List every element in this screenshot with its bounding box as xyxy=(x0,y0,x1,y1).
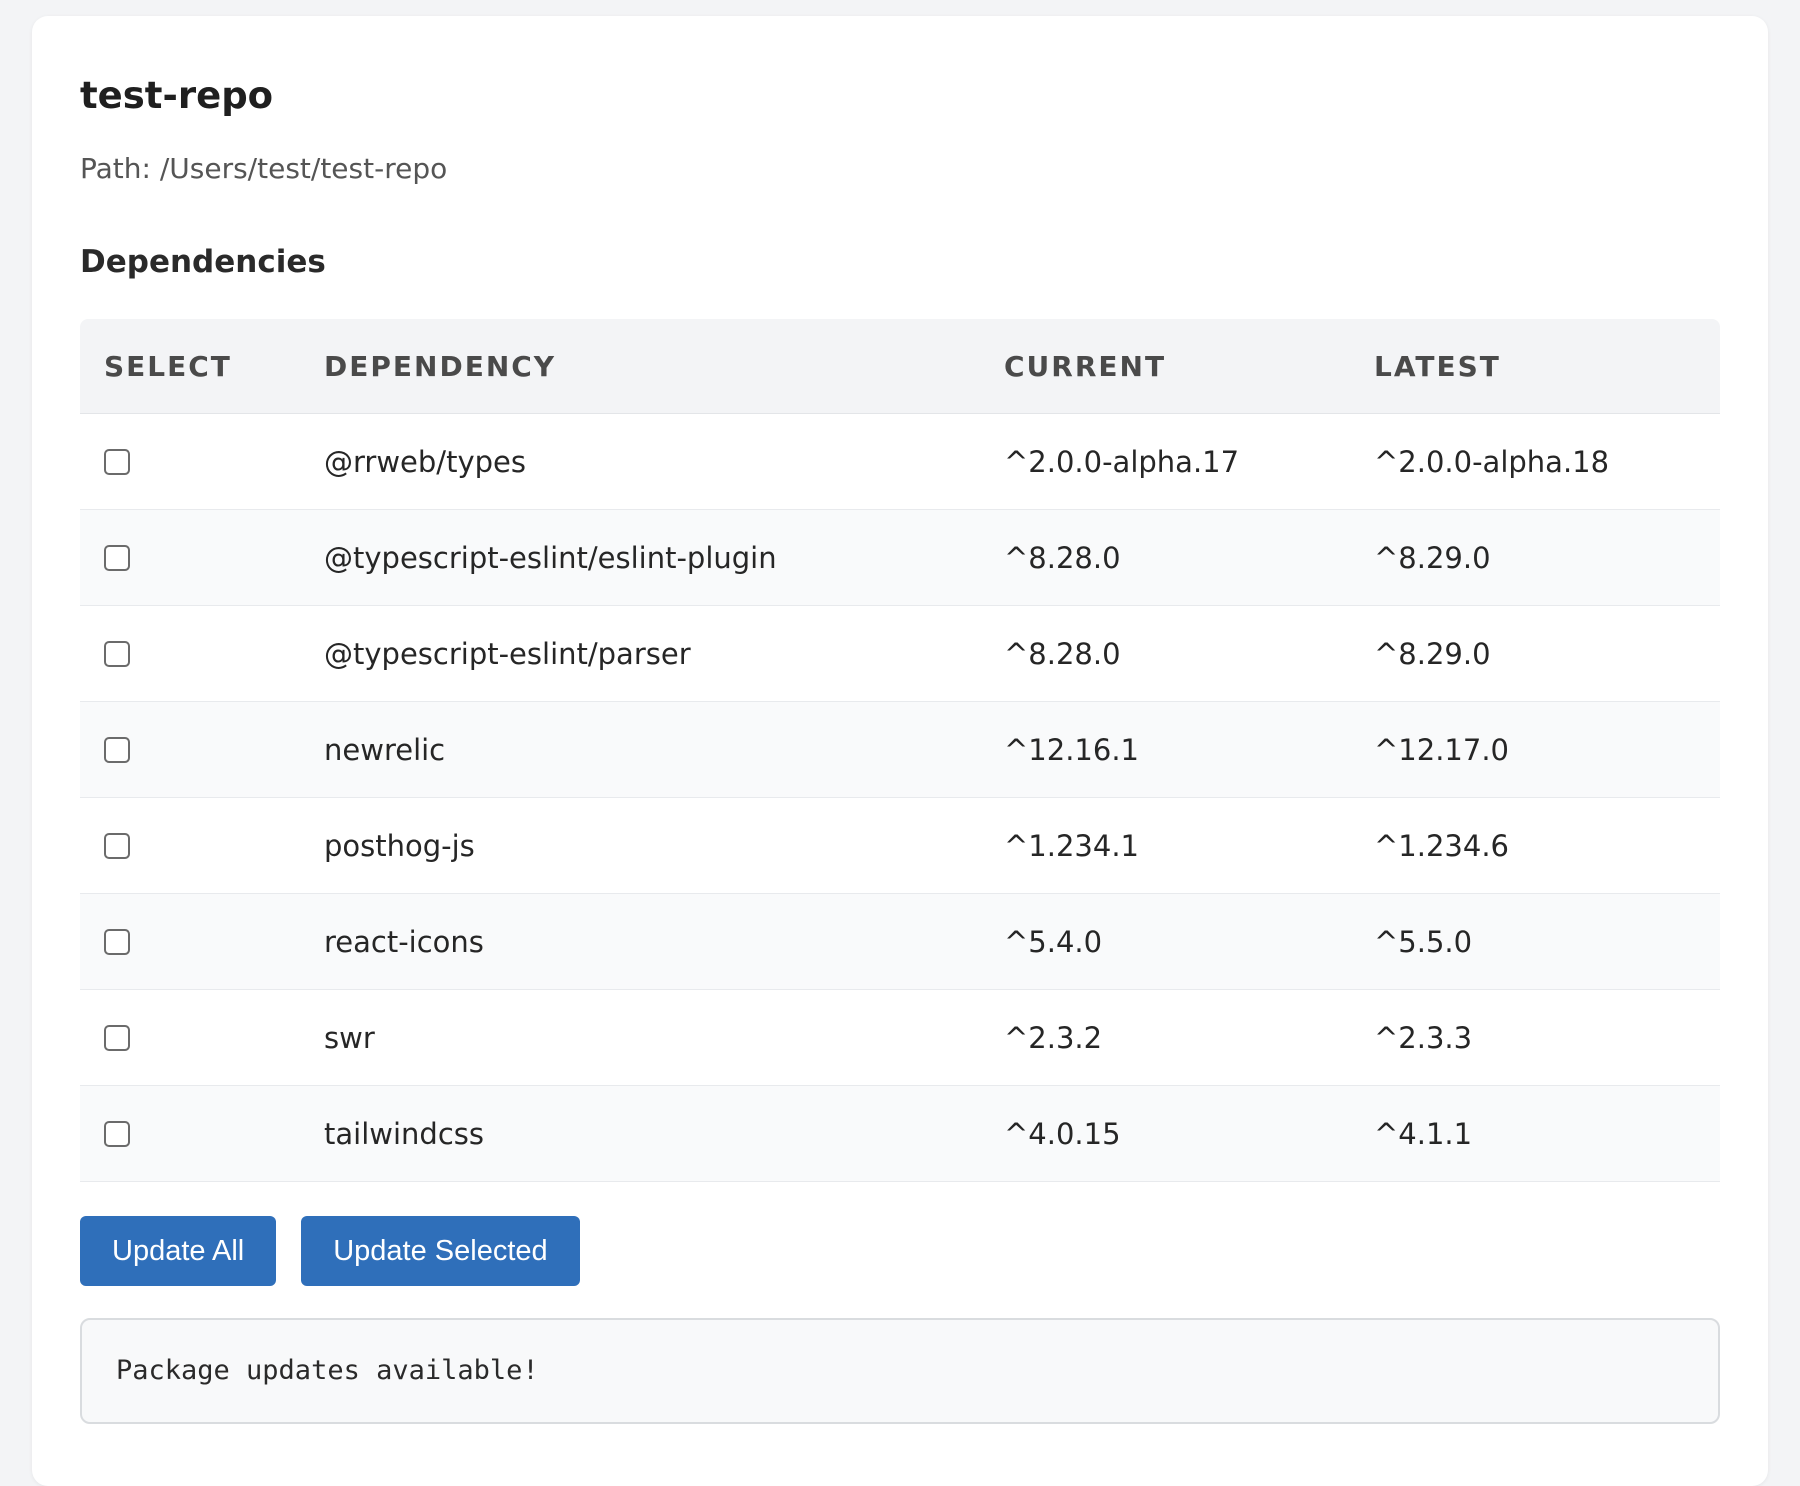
dependency-name: @typescript-eslint/parser xyxy=(300,605,980,703)
latest-version: ^2.0.0-alpha.18 xyxy=(1350,413,1720,511)
repo-title: test-repo xyxy=(80,74,274,117)
select-cell xyxy=(80,509,300,607)
latest-version: ^12.17.0 xyxy=(1350,701,1720,799)
current-version: ^1.234.1 xyxy=(980,797,1350,895)
header-latest: LATEST xyxy=(1350,319,1720,415)
table-row: newrelic ^12.16.1 ^12.17.0 xyxy=(80,701,1720,799)
current-version: ^5.4.0 xyxy=(980,893,1350,991)
action-bar: Update All Update Selected xyxy=(80,1216,1720,1287)
table-row: @typescript-eslint/eslint-plugin ^8.28.0… xyxy=(80,509,1720,607)
current-version: ^8.28.0 xyxy=(980,605,1350,703)
repo-card: test-repo Path: /Users/test/test-repo De… xyxy=(32,16,1768,1486)
latest-version: ^4.1.1 xyxy=(1350,1085,1720,1183)
table-row: tailwindcss ^4.0.15 ^4.1.1 xyxy=(80,1085,1720,1183)
dependency-checkbox[interactable] xyxy=(104,928,130,955)
table-row: @typescript-eslint/parser ^8.28.0 ^8.29.… xyxy=(80,605,1720,703)
latest-version: ^8.29.0 xyxy=(1350,509,1720,607)
select-cell xyxy=(80,893,300,991)
table-row: react-icons ^5.4.0 ^5.5.0 xyxy=(80,893,1720,991)
table-row: swr ^2.3.2 ^2.3.3 xyxy=(80,989,1720,1087)
table-header-row: SELECT DEPENDENCY CURRENT LATEST xyxy=(80,319,1720,415)
table-row: posthog-js ^1.234.1 ^1.234.6 xyxy=(80,797,1720,895)
dependency-name: @rrweb/types xyxy=(300,413,980,511)
update-all-button[interactable]: Update All xyxy=(80,1216,277,1287)
select-cell xyxy=(80,413,300,511)
current-version: ^2.0.0-alpha.17 xyxy=(980,413,1350,511)
current-version: ^12.16.1 xyxy=(980,701,1350,799)
table-row: @rrweb/types ^2.0.0-alpha.17 ^2.0.0-alph… xyxy=(80,413,1720,511)
dependency-checkbox[interactable] xyxy=(104,448,130,475)
header-dependency: DEPENDENCY xyxy=(300,319,980,415)
dependency-name: tailwindcss xyxy=(300,1085,980,1183)
output-console: Package updates available! xyxy=(80,1318,1720,1425)
select-cell xyxy=(80,605,300,703)
latest-version: ^2.3.3 xyxy=(1350,989,1720,1087)
select-cell xyxy=(80,701,300,799)
latest-version: ^1.234.6 xyxy=(1350,797,1720,895)
dependency-checkbox[interactable] xyxy=(104,640,130,667)
dependency-checkbox[interactable] xyxy=(104,832,130,859)
select-cell xyxy=(80,797,300,895)
dependency-checkbox[interactable] xyxy=(104,1120,130,1147)
latest-version: ^5.5.0 xyxy=(1350,893,1720,991)
header-current: CURRENT xyxy=(980,319,1350,415)
dependencies-table: SELECT DEPENDENCY CURRENT LATEST @rrweb/… xyxy=(80,319,1720,1183)
dependency-checkbox[interactable] xyxy=(104,1024,130,1051)
dependency-name: swr xyxy=(300,989,980,1087)
current-version: ^8.28.0 xyxy=(980,509,1350,607)
dependencies-heading: Dependencies xyxy=(80,243,326,280)
dependency-name: @typescript-eslint/eslint-plugin xyxy=(300,509,980,607)
header-select: SELECT xyxy=(80,319,300,415)
dependency-name: newrelic xyxy=(300,701,980,799)
select-cell xyxy=(80,989,300,1087)
latest-version: ^8.29.0 xyxy=(1350,605,1720,703)
dependency-checkbox[interactable] xyxy=(104,736,130,763)
dependency-name: posthog-js xyxy=(300,797,980,895)
current-version: ^2.3.2 xyxy=(980,989,1350,1087)
dependency-checkbox[interactable] xyxy=(104,544,130,571)
current-version: ^4.0.15 xyxy=(980,1085,1350,1183)
select-cell xyxy=(80,1085,300,1183)
dependency-name: react-icons xyxy=(300,893,980,991)
update-selected-button[interactable]: Update Selected xyxy=(301,1216,580,1287)
repo-path: Path: /Users/test/test-repo xyxy=(80,152,448,186)
